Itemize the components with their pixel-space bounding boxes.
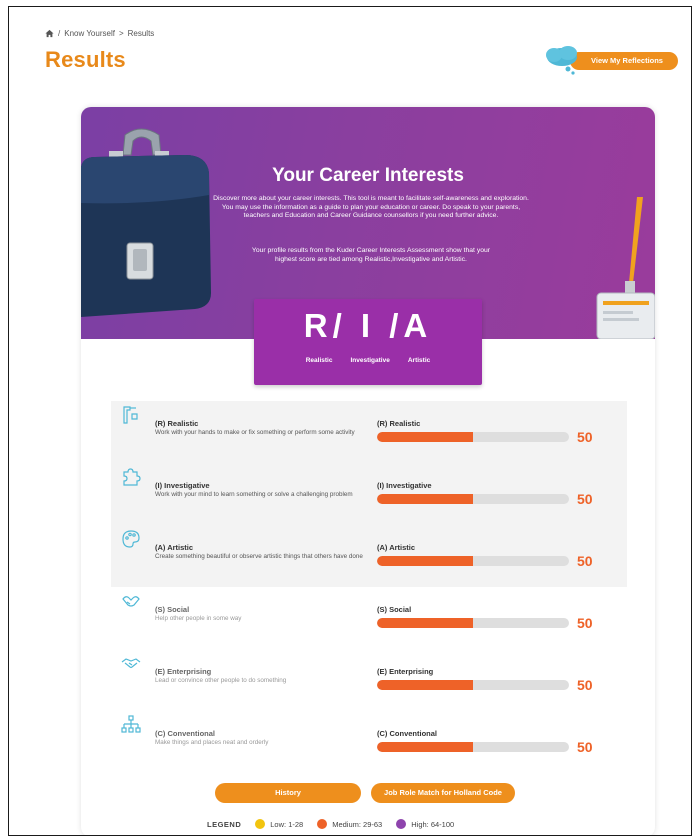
breadcrumb-arrow: > (118, 29, 124, 38)
interest-title: (A) Artistic (155, 543, 194, 552)
banner-profile-summary: Your profile results from the Kuder Care… (251, 247, 491, 263)
interest-title: (S) Social (155, 605, 190, 614)
view-reflections-button[interactable]: View My Reflections (570, 52, 678, 70)
interest-row-realistic: (R) Realistic Work with your hands to ma… (111, 401, 627, 463)
history-button[interactable]: History (215, 783, 361, 803)
legend-item-high: High: 64-100 (396, 819, 454, 829)
score-bar (377, 618, 569, 628)
breadcrumb-separator: / (58, 29, 61, 38)
id-badge-illustration (596, 197, 655, 339)
breadcrumb-parent[interactable]: Know Yourself (64, 29, 115, 38)
interest-title: (R) Realistic (155, 419, 199, 428)
legend-dot-high (396, 819, 407, 829)
holland-code: R/ I /A (303, 307, 433, 344)
holland-code-box: R/ I /A Realistic Investigative Artistic (254, 299, 482, 385)
bar-label: (I) Investigative (377, 481, 432, 490)
bar-label: (S) Social (377, 605, 412, 614)
score-bar (377, 742, 569, 752)
helping-hands-icon (122, 596, 140, 607)
interest-description: Work with your mind to learn something o… (155, 491, 353, 498)
org-chart-icon (121, 715, 141, 733)
code-label-realistic: Realistic (305, 357, 333, 364)
job-role-match-button[interactable]: Job Role Match for Holland Code (371, 783, 515, 803)
score-value: 50 (577, 553, 593, 569)
holland-code-labels: Realistic Investigative Artistic (254, 357, 482, 364)
score-bar (377, 494, 569, 504)
legend-label-medium: Medium: 29-63 (332, 819, 383, 829)
legend-item-medium: Medium: 29-63 (317, 819, 382, 829)
interest-row-conventional: (C) Conventional Make things and places … (111, 711, 627, 773)
interest-description: Create something beautiful or observe ar… (155, 553, 363, 560)
home-icon[interactable] (45, 29, 54, 38)
score-bar-fill (377, 432, 473, 442)
bar-label: (C) Conventional (377, 729, 437, 738)
legend-dot-medium (317, 819, 328, 829)
code-label-investigative: Investigative (350, 357, 390, 364)
career-interests-card: Your Career Interests Discover more abou… (81, 107, 655, 835)
briefcase-illustration (81, 128, 211, 317)
score-value: 50 (577, 739, 593, 755)
interest-row-investigative: (I) Investigative Work with your mind to… (111, 463, 627, 525)
score-bar (377, 432, 569, 442)
score-bar-fill (377, 494, 473, 504)
interest-row-enterprising: (E) Enterprising Lead or convince other … (111, 649, 627, 711)
banner-title: Your Career Interests (272, 165, 464, 186)
interest-title: (C) Conventional (155, 729, 215, 738)
interest-row-artistic: (A) Artistic Create something beautiful … (111, 525, 627, 587)
score-bar-fill (377, 618, 473, 628)
code-label-artistic: Artistic (407, 357, 431, 364)
score-bar (377, 680, 569, 690)
reflections-widget[interactable]: View My Reflections (542, 43, 682, 77)
page-frame: / Know Yourself > Results Results View M… (8, 6, 692, 836)
score-bar (377, 556, 569, 566)
score-bar-fill (377, 556, 473, 566)
breadcrumb: / Know Yourself > Results (45, 29, 154, 38)
legend-dot-low (255, 819, 266, 829)
score-bar-fill (377, 742, 473, 752)
interest-description: Lead or convince other people to do some… (155, 677, 287, 684)
bar-label: (R) Realistic (377, 419, 421, 428)
tools-icon (123, 406, 138, 424)
interest-description: Help other people in some way (155, 615, 242, 622)
palette-icon (122, 530, 140, 548)
banner-description: Discover more about your career interest… (213, 195, 529, 220)
score-legend: LEGEND Low: 1-28 Medium: 29-63 High: 64-… (207, 819, 454, 829)
breadcrumb-current: Results (127, 29, 155, 38)
score-value: 50 (577, 429, 593, 445)
legend-label-high: High: 64-100 (411, 819, 455, 829)
legend-label-low: Low: 1-28 (270, 819, 304, 829)
score-value: 50 (577, 677, 593, 693)
interest-title: (I) Investigative (155, 481, 210, 490)
puzzle-icon (123, 468, 141, 486)
handshake-icon (121, 658, 141, 669)
page-title: Results (45, 47, 126, 72)
interest-description: Work with your hands to make or fix some… (155, 429, 355, 436)
interest-title: (E) Enterprising (155, 667, 212, 676)
bar-label: (E) Enterprising (377, 667, 434, 676)
score-value: 50 (577, 491, 593, 507)
interest-row-social: (S) Social Help other people in some way… (111, 587, 627, 649)
interest-description: Make things and places neat and orderly (155, 739, 269, 746)
thought-cloud-icon (546, 46, 577, 75)
bar-label: (A) Artistic (377, 543, 416, 552)
legend-title: LEGEND (207, 819, 242, 829)
score-bar-fill (377, 680, 473, 690)
legend-item-low: Low: 1-28 (255, 819, 303, 829)
score-value: 50 (577, 615, 593, 631)
